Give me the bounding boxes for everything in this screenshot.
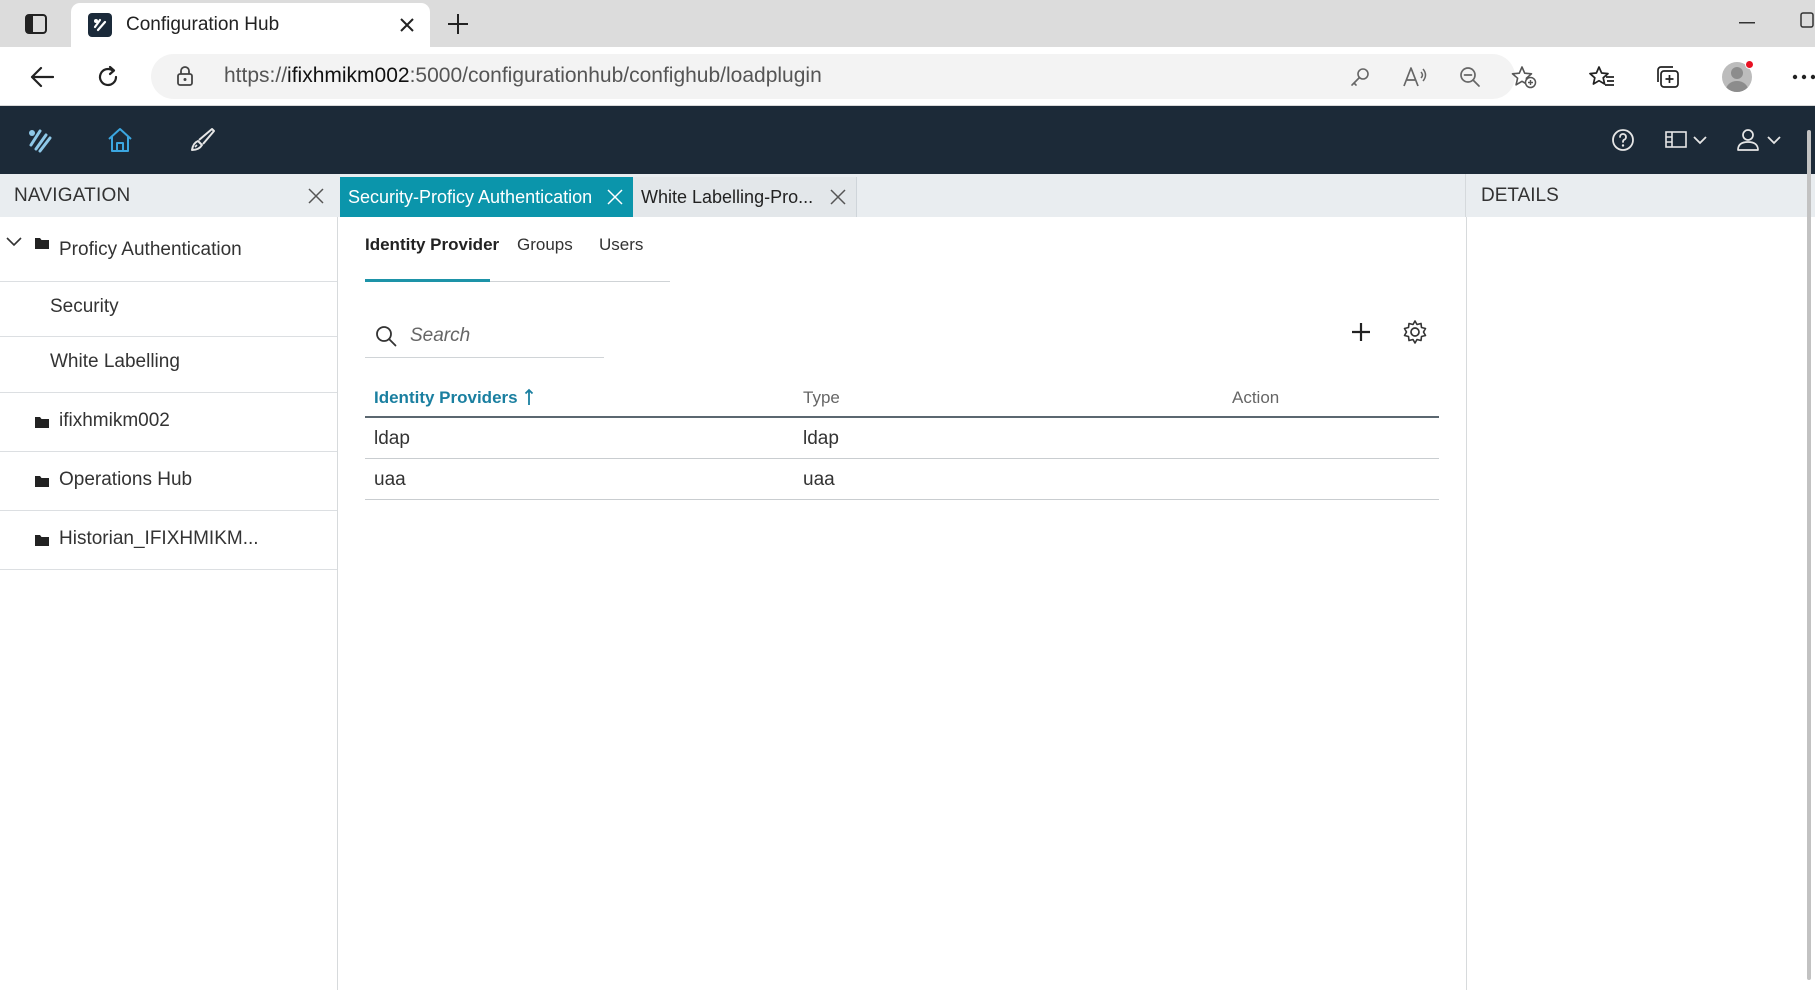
search-field[interactable]	[365, 315, 604, 358]
address-bar[interactable]: https://ifixhmikm002:5000/configurationh…	[151, 54, 1537, 99]
app-favicon-icon	[88, 13, 112, 37]
nav-item-security[interactable]: Security	[0, 282, 337, 337]
user-icon[interactable]	[1733, 120, 1789, 160]
table-row[interactable]: uaa uaa	[365, 459, 1439, 500]
nav-item-label: Proficy Authentication	[59, 239, 242, 260]
panel-header-bar: NAVIGATION Security-Proficy Authenticati…	[0, 174, 1815, 217]
add-icon[interactable]	[1346, 317, 1376, 347]
url-text: https://ifixhmikm002:5000/configurationh…	[224, 64, 822, 88]
sort-ascending-icon[interactable]	[524, 388, 534, 411]
nav-item-proficy-authentication[interactable]: Proficy Authentication	[0, 217, 337, 282]
gear-icon[interactable]	[1400, 317, 1430, 347]
search-icon[interactable]	[375, 325, 397, 352]
identity-providers-table: Identity Providers Type Action ldap ldap…	[365, 373, 1439, 500]
folder-icon	[35, 530, 49, 552]
back-icon[interactable]	[24, 59, 60, 95]
tab-security-proficy-authentication[interactable]: Security-Proficy Authentication	[340, 177, 633, 217]
layout-icon[interactable]	[1660, 120, 1716, 160]
cell-type: uaa	[803, 469, 835, 490]
browser-toolbar: https://ifixhmikm002:5000/configurationh…	[0, 47, 1815, 106]
tab-identity-provider[interactable]: Identity Provider	[365, 235, 499, 255]
nav-item-historian[interactable]: Historian_IFIXHMIKM...	[0, 511, 337, 570]
cell-type: ldap	[803, 428, 839, 449]
lock-icon[interactable]	[176, 65, 194, 92]
column-header-action: Action	[1232, 388, 1280, 407]
folder-icon	[35, 412, 49, 434]
browser-tab-title: Configuration Hub	[126, 14, 280, 35]
url-host: ifixhmikm002	[287, 64, 410, 87]
content-panel: Identity Provider Groups Users Identity …	[339, 217, 1465, 990]
url-path: :5000/configurationhub/confighub/loadplu…	[409, 64, 822, 87]
favorites-icon[interactable]	[1584, 59, 1620, 95]
profile-icon[interactable]	[1719, 59, 1755, 95]
divider	[1465, 174, 1466, 217]
folder-icon	[35, 471, 49, 493]
close-navigation-icon[interactable]	[306, 186, 328, 208]
browser-tab-active[interactable]: Configuration Hub	[71, 3, 430, 47]
close-tab-icon[interactable]	[828, 187, 848, 207]
brush-icon[interactable]	[182, 120, 222, 160]
tab-groups[interactable]: Groups	[517, 235, 573, 255]
table-row[interactable]: ldap ldap	[365, 418, 1439, 459]
minimize-window-icon[interactable]	[1732, 8, 1762, 38]
app-logo-icon[interactable]	[20, 120, 60, 160]
close-tab-icon[interactable]	[605, 187, 625, 207]
nav-item-label: ifixhmikm002	[59, 410, 170, 431]
nav-item-label: Operations Hub	[59, 469, 193, 490]
url-prefix: https://	[224, 64, 288, 87]
tab-label: Security-Proficy Authentication	[348, 186, 593, 207]
column-header-label: Identity Providers	[374, 388, 518, 407]
chevron-down-icon[interactable]	[6, 232, 22, 254]
cell-provider: uaa	[374, 469, 406, 490]
folder-icon	[35, 233, 49, 255]
home-icon[interactable]	[100, 120, 140, 160]
close-tab-icon[interactable]	[392, 10, 422, 40]
active-tab-indicator	[365, 279, 490, 282]
nav-item-ifixhmikm002[interactable]: ifixhmikm002	[0, 393, 337, 452]
add-favorite-icon[interactable]	[1510, 63, 1538, 91]
cell-provider: ldap	[374, 428, 410, 449]
browser-tab-strip: Configuration Hub	[0, 0, 1815, 47]
tab-actions-icon[interactable]	[18, 10, 54, 38]
tab-label: White Labelling-Pro...	[641, 186, 814, 207]
nav-item-operations-hub[interactable]: Operations Hub	[0, 452, 337, 511]
tab-users[interactable]: Users	[599, 235, 643, 255]
subtab-bar: Identity Provider Groups Users	[365, 217, 670, 282]
nav-item-label: White Labelling	[50, 351, 180, 372]
navigation-title: NAVIGATION	[14, 185, 131, 206]
restore-window-icon[interactable]	[1800, 12, 1815, 34]
navigation-panel: Proficy Authentication Security White La…	[0, 217, 338, 990]
page-scrollbar[interactable]	[1807, 130, 1811, 980]
nav-item-white-labelling[interactable]: White Labelling	[0, 337, 337, 393]
table-header: Identity Providers Type Action	[365, 373, 1439, 418]
refresh-icon[interactable]	[90, 59, 126, 95]
tab-white-labelling[interactable]: White Labelling-Pro...	[633, 177, 857, 217]
collections-icon[interactable]	[1650, 59, 1686, 95]
zoom-out-icon[interactable]	[1456, 63, 1484, 91]
read-aloud-icon[interactable]	[1401, 63, 1429, 91]
nav-item-label: Security	[50, 296, 119, 317]
notification-dot	[1745, 60, 1754, 69]
new-tab-icon[interactable]	[440, 6, 476, 42]
column-header-identity-providers[interactable]: Identity Providers	[374, 388, 534, 411]
details-panel	[1466, 217, 1815, 990]
help-icon[interactable]	[1603, 120, 1643, 160]
nav-item-label: Historian_IFIXHMIKM...	[59, 528, 259, 549]
more-options-icon[interactable]	[1786, 59, 1815, 95]
details-title: DETAILS	[1481, 185, 1559, 206]
app-header	[0, 106, 1815, 174]
search-input[interactable]	[410, 323, 595, 349]
column-header-type[interactable]: Type	[803, 388, 840, 408]
key-icon[interactable]	[1346, 63, 1374, 91]
